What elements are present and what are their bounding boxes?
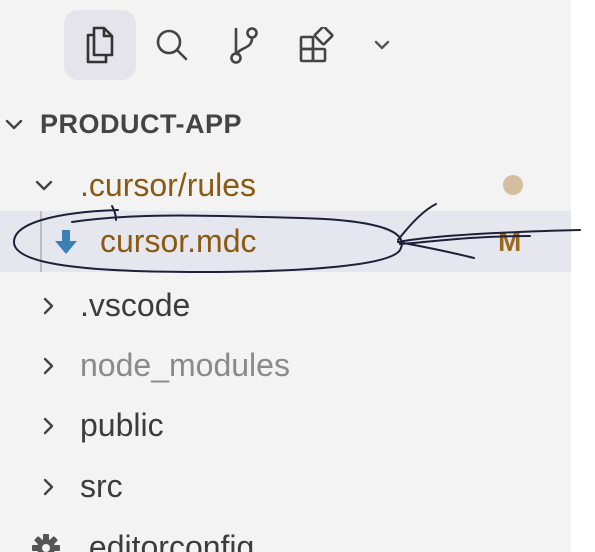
path-separator: / xyxy=(177,167,187,203)
folder-name: public xyxy=(80,407,164,443)
chevron-right-icon[interactable] xyxy=(36,294,60,318)
tree-item-vscode[interactable]: .vscode xyxy=(0,275,571,336)
tree-item-cursor-mdc[interactable]: cursor.mdc M xyxy=(0,211,571,272)
download-arrow-icon xyxy=(52,227,80,257)
chevron-right-icon[interactable] xyxy=(36,414,60,438)
modified-status-dot xyxy=(503,175,523,195)
chevron-down-icon[interactable] xyxy=(2,113,26,137)
source-control-icon[interactable] xyxy=(208,10,280,80)
chevron-right-icon[interactable] xyxy=(36,475,60,499)
chevron-right-icon[interactable] xyxy=(36,354,60,378)
explorer-files-icon[interactable] xyxy=(64,10,136,80)
tree-item-editorconfig[interactable]: .editorconfig xyxy=(0,517,571,552)
indent-guide xyxy=(40,211,42,272)
modified-badge: M xyxy=(498,225,522,257)
folder-name: .cursor xyxy=(80,167,178,203)
search-icon[interactable] xyxy=(136,10,208,80)
folder-name: node_modules xyxy=(80,347,290,383)
tree-item-node-modules[interactable]: node_modules xyxy=(0,335,571,396)
gear-icon xyxy=(30,532,62,552)
extensions-icon[interactable] xyxy=(280,10,352,80)
tree-item-src[interactable]: src xyxy=(0,456,571,517)
subfolder-name: rules xyxy=(186,167,257,203)
folder-label: .cursor/rules xyxy=(80,167,256,204)
project-header[interactable]: PRODUCT-APP xyxy=(0,94,571,155)
folder-name: .vscode xyxy=(80,287,191,323)
file-name: .editorconfig xyxy=(80,529,255,552)
folder-name: src xyxy=(80,468,123,504)
project-name: PRODUCT-APP xyxy=(40,109,243,139)
explorer-panel: PRODUCT-APP .cursor/rules cursor.mdc M .… xyxy=(0,0,571,552)
chevron-down-icon[interactable] xyxy=(32,174,56,198)
activity-toolbar xyxy=(64,10,412,80)
chevron-down-icon[interactable] xyxy=(352,10,412,80)
tree-item-public[interactable]: public xyxy=(0,395,571,456)
file-name: cursor.mdc xyxy=(100,223,257,259)
tree-item-cursor-rules[interactable]: .cursor/rules xyxy=(0,155,571,216)
